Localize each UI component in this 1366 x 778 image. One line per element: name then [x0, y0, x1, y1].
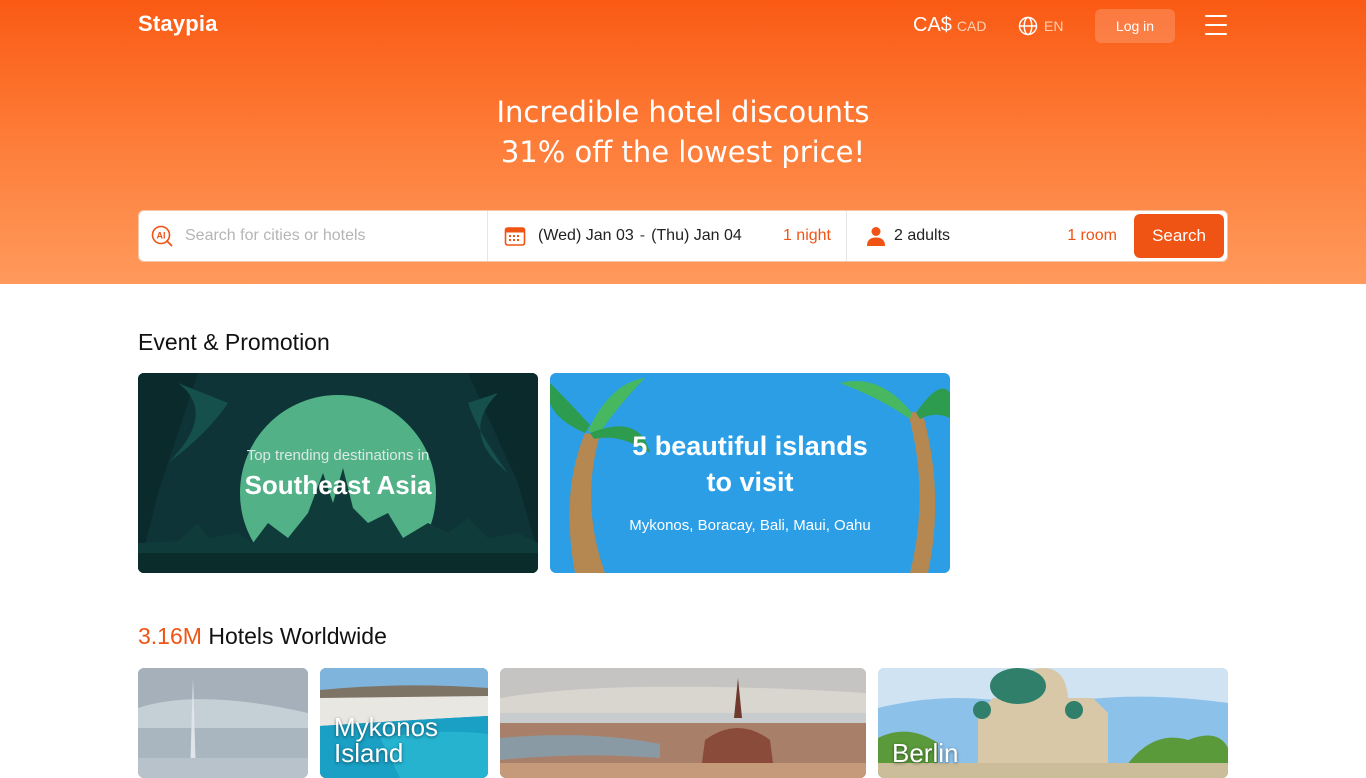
promo-2-title-line-2: to visit: [706, 467, 794, 497]
currency-symbol: CA$: [913, 14, 952, 36]
hero-banner: Staypia CA$ CAD EN Log in Incredible hot…: [0, 0, 1366, 284]
person-icon: [867, 227, 885, 246]
guests-count: 2 adults: [894, 227, 951, 244]
rooms-count: 1 room: [1067, 227, 1117, 244]
ai-search-icon: AI: [151, 225, 173, 247]
checkin-date: (Wed) Jan 03: [538, 227, 634, 244]
hotels-title-text: Hotels Worldwide: [201, 623, 387, 649]
currency-code: CAD: [956, 18, 987, 34]
login-button[interactable]: Log in: [1095, 9, 1175, 43]
destination-4-name: Berlin: [892, 738, 959, 768]
search-bar: AI (Wed) Jan 03 - (Thu) Jan 04 1 night: [138, 210, 1228, 262]
currency-selector[interactable]: CA$ CAD: [913, 14, 986, 37]
promo-card-islands[interactable]: 5 beautiful islands to visit Mykonos, Bo…: [550, 373, 950, 573]
logo[interactable]: Staypia: [138, 11, 218, 37]
promo-1-subtitle: Top trending destinations in: [246, 447, 430, 464]
destination-segment[interactable]: AI: [139, 211, 488, 261]
destination-card-mykonos[interactable]: Mykonos Island: [320, 668, 488, 778]
nights-count: 1 night: [782, 227, 831, 244]
guests-segment[interactable]: 2 adults 1 room Search: [847, 211, 1227, 261]
destination-card-dubai[interactable]: [138, 668, 308, 778]
destination-card-berlin[interactable]: Berlin: [878, 668, 1228, 778]
promo-1-title: Southeast Asia: [244, 470, 432, 500]
hotels-title: 3.16M Hotels Worldwide: [138, 623, 387, 650]
globe-icon: [1018, 16, 1038, 36]
hero-headline: Incredible hotel discounts 31% off the l…: [0, 92, 1366, 172]
date-separator: -: [639, 227, 646, 244]
date-segment[interactable]: (Wed) Jan 03 - (Thu) Jan 04 1 night: [488, 211, 847, 261]
destination-3-image: [500, 668, 866, 778]
hero-line-2: 31% off the lowest price!: [500, 135, 866, 169]
calendar-icon: [504, 227, 526, 246]
destination-search-input[interactable]: [185, 227, 475, 245]
destination-card-budapest[interactable]: [500, 668, 866, 778]
language-code: EN: [1044, 18, 1064, 34]
hero-line-1: Incredible hotel discounts: [496, 95, 870, 129]
promo-card-southeast-asia[interactable]: Top trending destinations in Southeast A…: [138, 373, 538, 573]
search-button[interactable]: Search: [1134, 214, 1224, 258]
promo-2-title-line-1: 5 beautiful islands: [632, 431, 868, 461]
hamburger-menu-icon[interactable]: [1205, 15, 1227, 35]
destination-1-image: [138, 668, 308, 778]
language-selector[interactable]: EN: [1018, 16, 1063, 36]
promo-2-subtitle: Mykonos, Boracay, Bali, Maui, Oahu: [629, 517, 871, 534]
checkout-date: (Thu) Jan 04: [651, 227, 742, 244]
destination-2-name-line-1: Mykonos: [334, 712, 439, 742]
destination-2-name-line-2: Island: [334, 738, 404, 768]
hotels-count: 3.16M: [138, 623, 202, 649]
promotions-title: Event & Promotion: [138, 329, 330, 355]
svg-text:AI: AI: [157, 231, 166, 241]
